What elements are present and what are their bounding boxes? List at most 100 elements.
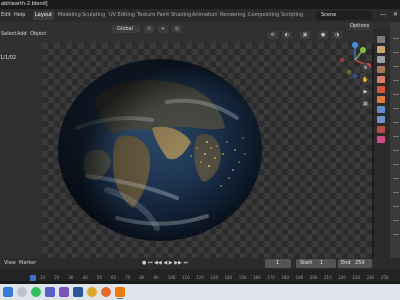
property-row[interactable] [393,94,399,95]
top-menu-bar: Edit Help Layout Modeling Sculpting UV E… [0,9,400,22]
ruler-tick: 210 [324,275,332,280]
menu-edit[interactable]: Edit [1,9,11,22]
search-icon[interactable] [17,287,27,297]
tab-layout[interactable]: Layout [33,11,54,20]
ruler-tick: 180 [281,275,290,280]
tool-properties-icon[interactable] [377,36,385,43]
property-row[interactable] [393,234,399,235]
ruler-tick: 100 [167,275,176,280]
ruler-tick: 230 [352,275,361,280]
view-layer-properties-icon[interactable] [377,66,385,73]
ruler-tick: 60 [111,275,117,280]
tab-compositing[interactable]: Compositing [246,11,281,20]
chrome-icon[interactable] [87,287,97,297]
camera-view-icon[interactable]: ▶ [361,88,370,97]
property-row[interactable] [393,220,399,221]
proportional-edit-icon[interactable]: ◎ [172,25,182,33]
tab-rendering[interactable]: Rendering [218,11,248,20]
physics-properties-icon[interactable] [377,116,385,123]
overlays-icon[interactable]: ◐ [282,31,292,39]
tab-modeling[interactable]: Modeling [56,11,83,20]
teams-icon[interactable] [45,287,55,297]
gizmo-neg-x-axis[interactable] [339,57,345,63]
scene-selector[interactable]: Scene [316,11,372,20]
firefox-icon[interactable] [101,287,111,297]
end-frame-field[interactable]: End 250 [338,259,372,268]
current-frame-field[interactable]: 1 [265,259,291,268]
zoom-icon[interactable]: ⊕ [361,64,370,73]
frame-label: 1/1/02 [0,55,17,61]
window-title: abhiearth-2.blend] [1,1,48,7]
render-properties-icon[interactable] [377,46,385,53]
start-frame-field[interactable]: Start 1 [296,259,336,268]
gizmo-z-axis[interactable] [352,42,358,48]
menu-object[interactable]: Object [30,30,46,39]
blender-icon[interactable] [115,287,125,297]
scene-properties-icon[interactable] [377,76,385,83]
properties-tabs [374,28,390,258]
navigation-gizmo[interactable] [335,38,375,82]
playback-controls[interactable]: ● ⏮ ◀◀ ◀ ▶ ▶▶ ⏭ [142,258,188,269]
property-row[interactable] [393,192,399,193]
ruler-tick: 150 [238,275,247,280]
property-row[interactable] [393,38,399,39]
options-dropdown[interactable]: Options [348,23,370,30]
menu-select[interactable]: Select [1,30,16,39]
window-minimize-button[interactable]: — [378,10,388,20]
tab-uv-editing[interactable]: UV Editing [107,11,137,20]
menu-add[interactable]: Add [17,30,27,39]
gizmo-neg-y-axis[interactable] [346,69,352,75]
tab-scripting[interactable]: Scripting [279,11,305,20]
property-row[interactable] [393,122,399,123]
ruler-tick: 10 [40,275,46,280]
xray-icon[interactable]: ▣ [300,31,310,39]
menu-help[interactable]: Help [14,9,25,22]
word-icon[interactable] [73,287,83,297]
timeline-menu-view[interactable]: View [4,258,16,269]
end-label: End [341,260,351,266]
ruler-tick: 190 [295,275,304,280]
property-row[interactable] [393,206,399,207]
tab-texture-paint[interactable]: Texture Paint [135,11,171,20]
property-row[interactable] [393,150,399,151]
snap-icon[interactable]: ⌖ [158,25,168,33]
modifier-properties-icon[interactable] [377,106,385,113]
properties-panel [390,22,400,258]
scene-name: Scene [321,12,337,18]
start-label: Start [300,260,313,266]
gizmo-y-axis[interactable] [360,47,366,53]
earth-globe-render [58,59,262,241]
whatsapp-icon[interactable] [31,287,41,297]
property-row[interactable] [393,108,399,109]
object-properties-icon[interactable] [377,96,385,103]
taskbar [0,284,400,300]
grid-view-icon[interactable]: ▦ [361,100,370,109]
property-row[interactable] [393,66,399,67]
material-properties-icon[interactable] [377,126,385,133]
property-row[interactable] [393,136,399,137]
property-row[interactable] [393,164,399,165]
tab-animation[interactable]: Animation [190,11,220,20]
ruler-tick: 20 [54,275,60,280]
property-row[interactable] [393,178,399,179]
pan-hand-icon[interactable]: ✋ [361,76,370,85]
tab-sculpting[interactable]: Sculpting [80,11,107,20]
start-value: 1 [320,260,324,266]
property-row[interactable] [393,52,399,53]
window-close-button[interactable]: ✕ [391,10,400,20]
ruler-tick: 220 [338,275,346,280]
ruler-tick: 50 [96,275,102,280]
timeline-menu-marker[interactable]: Marker [19,258,36,269]
pivot-icon[interactable]: ⊙ [144,25,154,33]
gizmo-neg-z-axis[interactable] [352,73,358,79]
texture-properties-icon[interactable] [377,136,385,143]
output-properties-icon[interactable] [377,56,385,63]
chat-icon[interactable] [59,287,69,297]
3d-viewport[interactable] [42,43,372,258]
property-row[interactable] [393,80,399,81]
windows-icon[interactable] [3,287,13,297]
view-object-types-icon[interactable]: ⚙ [268,31,278,39]
world-properties-icon[interactable] [377,86,385,93]
transform-orientation-dropdown[interactable]: Global [112,25,140,33]
shading-solid-icon[interactable]: ● [318,31,328,39]
